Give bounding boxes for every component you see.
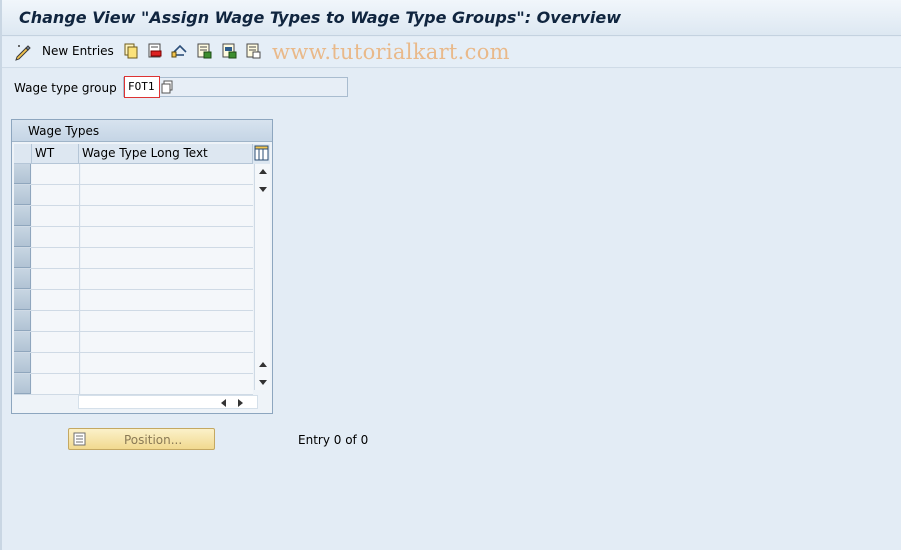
change-display-button[interactable] [14,42,34,62]
table-title: Wage Types [28,124,100,138]
table-settings-icon [254,145,269,161]
table-title-bar: Wage Types [12,120,272,142]
select-block-button[interactable] [221,43,237,59]
row-selector[interactable] [14,332,31,352]
title-bar: Change View "Assign Wage Types to Wage T… [2,0,901,36]
entry-counter: Entry 0 of 0 [298,433,369,447]
scroll-up-icon[interactable] [259,169,267,174]
table-row[interactable] [14,332,253,353]
select-block-icon [222,43,237,59]
cell-long-text [81,290,253,310]
table-row[interactable] [14,290,253,311]
cell-wt[interactable] [32,269,80,289]
cell-long-text [81,332,253,352]
row-selector[interactable] [14,353,31,373]
deselect-all-button[interactable] [245,43,261,59]
cell-wt[interactable] [32,332,80,352]
scroll-down-icon[interactable] [259,187,267,192]
table-row[interactable] [14,353,253,374]
select-all-button[interactable] [196,43,212,59]
cell-wt[interactable] [32,248,80,268]
copy-as-button[interactable] [123,43,139,59]
new-entries-button[interactable]: New Entries [42,44,114,58]
value-help-button[interactable] [161,80,173,94]
row-selector[interactable] [14,164,31,184]
column-header-wt[interactable]: WT [32,144,79,164]
horizontal-scrollbar[interactable] [78,395,258,409]
wage-type-group-label: Wage type group [14,81,117,95]
cell-wt[interactable] [32,164,80,184]
wage-type-group-input[interactable]: FOT1 [124,76,160,98]
table-row[interactable] [14,206,253,227]
table-row[interactable] [14,227,253,248]
cell-wt[interactable] [32,227,80,247]
cell-long-text [81,227,253,247]
cell-long-text [81,374,253,394]
column-header-long-text[interactable]: Wage Type Long Text [79,144,253,164]
scroll-right-icon[interactable] [238,399,243,407]
cell-wt[interactable] [32,374,80,394]
table-row[interactable] [14,164,253,185]
wage-types-table: Wage Types WT Wage Type Long Text [11,119,273,414]
cell-wt[interactable] [32,185,80,205]
scroll-left-icon[interactable] [221,399,226,407]
cell-long-text [81,185,253,205]
new-entries-label: New Entries [42,44,114,58]
page-title: Change View "Assign Wage Types to Wage T… [19,8,621,27]
position-icon [73,432,86,446]
change-display-icon [15,45,31,61]
cell-long-text [81,311,253,331]
row-selector[interactable] [14,248,31,268]
value-help-icon [161,80,173,94]
cell-wt[interactable] [32,311,80,331]
table-row[interactable] [14,374,253,395]
select-all-icon [197,43,212,59]
cell-long-text [81,353,253,373]
row-selector[interactable] [14,206,31,226]
row-selector[interactable] [14,311,31,331]
row-selector[interactable] [14,227,31,247]
row-selector[interactable] [14,269,31,289]
cell-wt[interactable] [32,353,80,373]
row-selector[interactable] [14,290,31,310]
select-all-rows-header[interactable] [14,144,32,164]
cell-long-text [81,206,253,226]
page-down-icon[interactable] [259,380,267,385]
delete-icon [148,43,162,58]
position-button-label: Position... [124,433,183,447]
cell-long-text [81,269,253,289]
cell-wt[interactable] [32,290,80,310]
delete-button[interactable] [147,43,163,59]
watermark-text: www.tutorialkart.com [272,40,510,64]
row-selector[interactable] [14,374,31,394]
table-row[interactable] [14,185,253,206]
cell-long-text [81,248,253,268]
column-settings-button[interactable] [253,144,270,164]
cell-wt[interactable] [32,206,80,226]
undo-change-icon [171,44,187,58]
vertical-scrollbar[interactable] [254,164,270,390]
undo-change-button[interactable] [171,43,189,59]
table-row[interactable] [14,311,253,332]
table-row[interactable] [14,248,253,269]
cell-long-text [81,164,253,184]
page-up-icon[interactable] [259,362,267,367]
table-row[interactable] [14,269,253,290]
position-button[interactable]: Position... [68,428,215,450]
copy-as-icon [124,43,138,59]
deselect-all-icon [246,43,261,59]
row-selector[interactable] [14,185,31,205]
